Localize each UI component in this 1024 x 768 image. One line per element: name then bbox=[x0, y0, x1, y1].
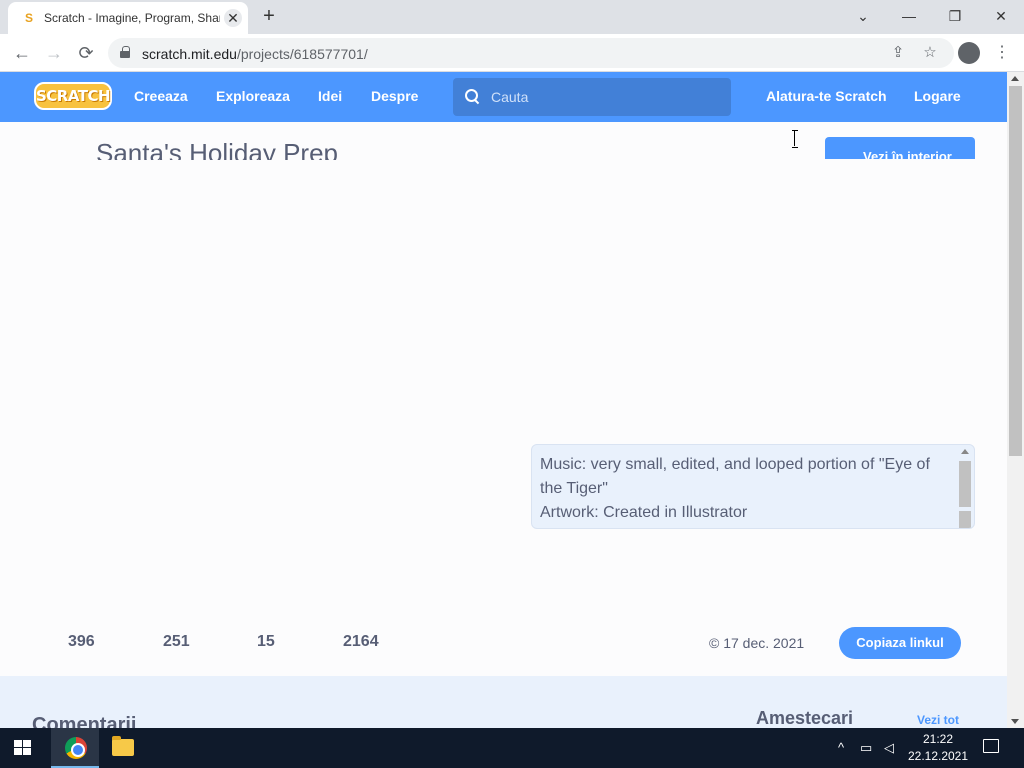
volume-muted-icon[interactable]: ◁ bbox=[884, 738, 894, 758]
browser-menu-icon[interactable]: ⋮ bbox=[992, 41, 1012, 65]
address-bar[interactable]: scratch.mit.edu/projects/618577701/ ⇪ ☆ bbox=[108, 38, 954, 68]
browser-tab-strip: S Scratch - Imagine, Program, Share ✕ + … bbox=[0, 0, 1024, 34]
nav-create-link[interactable]: Creeaza bbox=[134, 88, 188, 104]
folder-icon bbox=[112, 736, 134, 756]
tab-close-icon[interactable]: ✕ bbox=[224, 9, 242, 27]
notifications-icon[interactable] bbox=[983, 739, 999, 753]
browser-toolbar: ← → ⟳ scratch.mit.edu/projects/618577701… bbox=[0, 34, 1024, 72]
url-text[interactable]: scratch.mit.edu/projects/618577701/ bbox=[142, 46, 368, 62]
project-date: © 17 dec. 2021 bbox=[709, 635, 805, 651]
see-inside-label: Vezi în interior bbox=[863, 149, 952, 159]
scroll-up-arrow-icon[interactable] bbox=[1011, 76, 1019, 81]
clock-time: 21:22 bbox=[922, 732, 954, 746]
profile-avatar-icon[interactable] bbox=[958, 42, 980, 64]
forward-icon[interactable]: → bbox=[42, 41, 66, 65]
scratch-logo[interactable]: SCRATCH bbox=[34, 82, 112, 110]
browser-tab[interactable]: S Scratch - Imagine, Program, Share ✕ bbox=[8, 2, 248, 34]
scratch-favicon-icon: S bbox=[24, 11, 33, 25]
share-icon[interactable]: ⇪ bbox=[888, 43, 908, 63]
page-scroll-thumb[interactable] bbox=[1009, 86, 1022, 456]
search-icon bbox=[465, 89, 479, 103]
comments-heading: Comentarii bbox=[32, 714, 137, 728]
back-icon[interactable]: ← bbox=[10, 41, 34, 65]
notes-line: Music: very small, edited, and looped po… bbox=[540, 456, 930, 497]
scroll-down-arrow-icon[interactable] bbox=[1011, 719, 1019, 724]
tab-title: Scratch - Imagine, Program, Share bbox=[44, 11, 220, 25]
minimize-icon[interactable]: — bbox=[895, 4, 923, 28]
nav-ideas-link[interactable]: Idei bbox=[318, 88, 342, 104]
sign-in-link[interactable]: Logare bbox=[914, 88, 961, 104]
taskbar-file-explorer[interactable] bbox=[99, 728, 147, 768]
favorites-count[interactable]: 251 bbox=[163, 633, 190, 651]
lower-section: Comentarii Amestecari Vezi tot bbox=[0, 676, 1007, 728]
notes-scrollbar[interactable] bbox=[958, 447, 972, 528]
windows-start-icon[interactable] bbox=[14, 740, 32, 756]
reload-icon[interactable]: ⟳ bbox=[74, 41, 98, 65]
clock-date: 22.12.2021 bbox=[907, 749, 969, 763]
scroll-track[interactable] bbox=[959, 511, 971, 528]
project-title: Santa's Holiday Prep bbox=[96, 138, 338, 160]
remixes-count: 15 bbox=[257, 633, 275, 650]
bookmark-star-icon[interactable]: ☆ bbox=[920, 43, 940, 63]
project-notes-text: Music: very small, edited, and looped po… bbox=[540, 453, 955, 525]
chrome-icon bbox=[65, 737, 87, 759]
view-all-link[interactable]: Vezi tot bbox=[917, 713, 959, 727]
copy-link-button[interactable]: Copiaza linkul bbox=[839, 627, 961, 659]
windows-taskbar: ^ ▭ ◁ 21:22 22.12.2021 bbox=[0, 728, 1024, 768]
scratch-navbar: SCRATCH Creeaza Exploreaza Idei Despre A… bbox=[0, 72, 1007, 122]
notes-line: Artwork: Created in Illustrator bbox=[540, 504, 748, 521]
tab-search-icon[interactable]: ⌄ bbox=[849, 4, 877, 28]
text-cursor-icon bbox=[792, 130, 798, 148]
scroll-up-arrow-icon[interactable] bbox=[961, 449, 969, 454]
taskbar-chrome[interactable] bbox=[51, 728, 99, 768]
network-icon[interactable]: ▭ bbox=[860, 738, 872, 758]
nav-about-link[interactable]: Despre bbox=[371, 88, 418, 104]
scroll-thumb[interactable] bbox=[959, 461, 971, 507]
tray-chevron-icon[interactable]: ^ bbox=[838, 738, 844, 758]
loves-count[interactable]: 396 bbox=[68, 633, 95, 651]
new-tab-button[interactable]: + bbox=[258, 6, 280, 28]
taskbar-clock[interactable]: 21:22 22.12.2021 bbox=[906, 731, 970, 765]
lock-icon[interactable] bbox=[120, 46, 130, 58]
remixes-heading: Amestecari bbox=[756, 708, 854, 728]
scratch-project-page: SCRATCH Creeaza Exploreaza Idei Despre A… bbox=[0, 72, 1007, 728]
see-inside-button[interactable]: Vezi în interior bbox=[825, 137, 975, 159]
join-scratch-link[interactable]: Alatura-te Scratch bbox=[766, 88, 887, 104]
page-scrollbar[interactable] bbox=[1007, 72, 1024, 728]
restore-icon[interactable]: ❐ bbox=[941, 4, 969, 28]
project-notes-box[interactable]: Music: very small, edited, and looped po… bbox=[531, 444, 975, 529]
window-close-icon[interactable]: ✕ bbox=[987, 4, 1015, 28]
search-box[interactable] bbox=[453, 78, 731, 116]
nav-explore-link[interactable]: Exploreaza bbox=[216, 88, 290, 104]
search-input[interactable] bbox=[491, 87, 721, 107]
views-count: 2164 bbox=[343, 633, 379, 650]
